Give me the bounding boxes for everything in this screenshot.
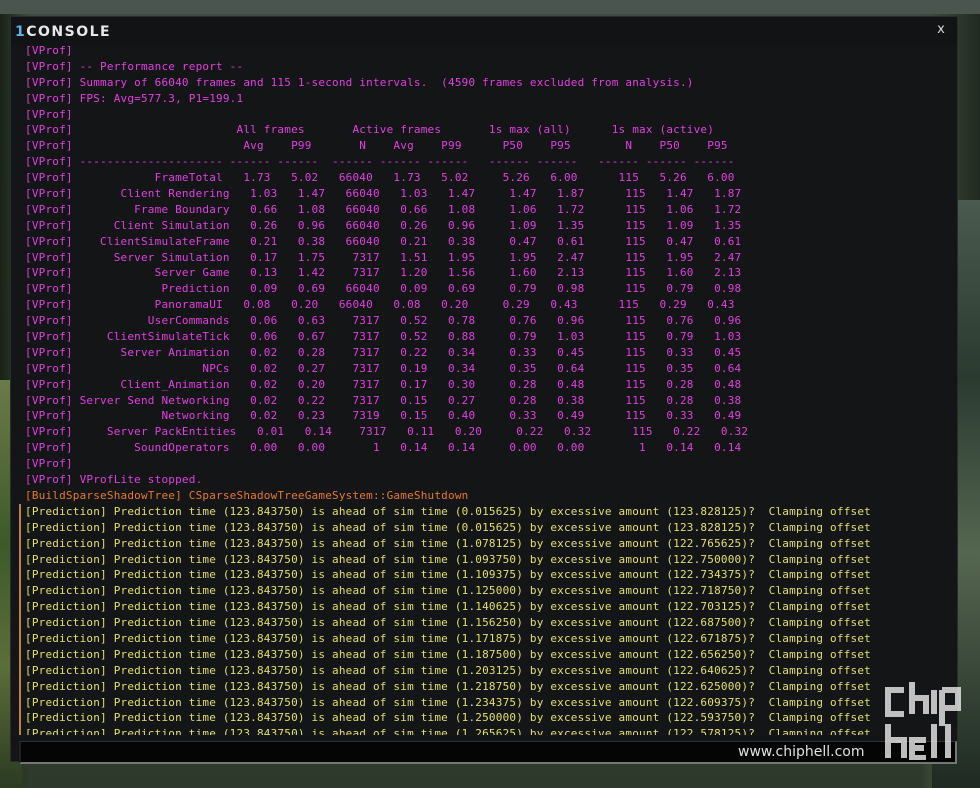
chiphell-logo-icon — [885, 682, 961, 761]
log-line: [Prediction] Prediction time (123.843750… — [19, 551, 949, 568]
log-line: [Prediction] Prediction time (123.843750… — [19, 662, 949, 679]
log-line: [VProf] Prediction 0.09 0.69 66040 0.09 … — [25, 282, 742, 296]
log-line: [VProf] Client_Animation 0.02 0.20 7317 … — [25, 377, 742, 391]
log-line: [Prediction] Prediction time (123.843750… — [19, 519, 949, 536]
log-line: [VProf] Server PackEntities 0.01 0.14 73… — [25, 425, 749, 439]
log-line: [VProf] — [25, 457, 73, 471]
log-line: [Prediction] Prediction time (123.843750… — [19, 630, 949, 647]
log-line: [Prediction] Prediction time (123.843750… — [19, 599, 949, 615]
log-line: [VProf] Networking 0.02 0.23 7319 0.15 0… — [25, 409, 742, 423]
chiphell-watermark-logo — [882, 680, 970, 766]
log-line: [VProf] Server Simulation 0.17 1.75 7317… — [25, 250, 742, 264]
console-window: 1CONSOLE x [VProf] [VProf] -- Performance… — [10, 16, 958, 764]
log-line: [VProf] Avg P99 N Avg P99 P50 P95 N P50 … — [25, 139, 728, 153]
log-line: [Prediction] Prediction time (123.843750… — [19, 678, 949, 695]
log-line: [VProf] Client Rendering 1.03 1.47 66040… — [25, 187, 742, 201]
log-line: [VProf] ClientSimulateTick 0.06 0.67 731… — [25, 330, 742, 344]
console-title: 1CONSOLE — [15, 24, 111, 40]
log-line: [Prediction] Prediction time (123.843750… — [19, 535, 949, 552]
log-line: [VProf] -- Performance report -- — [25, 59, 244, 73]
log-line: [Prediction] Prediction time (123.843750… — [19, 567, 949, 584]
console-header[interactable]: 1CONSOLE x — [11, 17, 957, 45]
log-line: [BuildSparseShadowTree] CSparseShadowTre… — [25, 488, 469, 502]
log-line: [Prediction] Prediction time (123.843750… — [19, 646, 949, 663]
console-logo-number: 1 — [15, 24, 27, 40]
log-line: [Prediction] Prediction time (123.843750… — [19, 615, 949, 631]
log-line: [Prediction] Prediction time (123.843750… — [19, 726, 949, 735]
log-line: [VProf] — [25, 107, 73, 121]
log-line: [VProf] Frame Boundary 0.66 1.08 66040 0… — [25, 202, 742, 216]
log-line: [VProf] Server Animation 0.02 0.28 7317 … — [25, 345, 742, 359]
log-line: [VProf] VProfLite stopped. — [25, 473, 203, 487]
log-line: [Prediction] Prediction time (123.843750… — [19, 583, 949, 600]
log-line: [VProf] Summary of 66040 frames and 115 … — [25, 75, 694, 89]
log-line: [VProf] FrameTotal 1.73 5.02 66040 1.73 … — [25, 171, 735, 185]
background-top-strip — [0, 0, 980, 14]
log-line: [VProf] --------------------- ------ ---… — [25, 155, 735, 169]
log-line: [VProf] FPS: Avg=577.3, P1=199.1 — [25, 91, 244, 105]
log-line: [VProf] NPCs 0.02 0.27 7317 0.19 0.34 0.… — [25, 361, 742, 375]
console-log-output[interactable]: [VProf] [VProf] -- Performance report -- [… — [19, 43, 949, 735]
log-line: [VProf] SoundOperators 0.00 0.00 1 0.14 … — [25, 441, 742, 455]
log-line: [VProf] Client Simulation 0.26 0.96 6604… — [25, 218, 742, 232]
log-line: [Prediction] Prediction time (123.843750… — [19, 710, 949, 727]
log-line: [Prediction] Prediction time (123.843750… — [19, 503, 949, 520]
console-title-text: CONSOLE — [26, 24, 112, 40]
watermark-url: www.chiphell.com — [738, 744, 865, 760]
log-line: [VProf] — [25, 44, 73, 57]
log-line: [VProf] UserCommands 0.06 0.63 7317 0.52… — [25, 314, 742, 328]
log-line: [VProf] All frames Active frames 1s max … — [25, 123, 715, 137]
log-line: [VProf] Server Game 0.13 1.42 7317 1.20 … — [25, 266, 742, 280]
log-line: [VProf] PanoramaUI 0.08 0.20 66040 0.08 … — [25, 298, 735, 312]
close-button[interactable]: x — [933, 22, 949, 38]
log-line: [VProf] Server Send Networking 0.02 0.22… — [25, 393, 742, 407]
log-line: [Prediction] Prediction time (123.843750… — [19, 694, 949, 711]
log-line: [VProf] ClientSimulateFrame 0.21 0.38 66… — [25, 234, 742, 248]
